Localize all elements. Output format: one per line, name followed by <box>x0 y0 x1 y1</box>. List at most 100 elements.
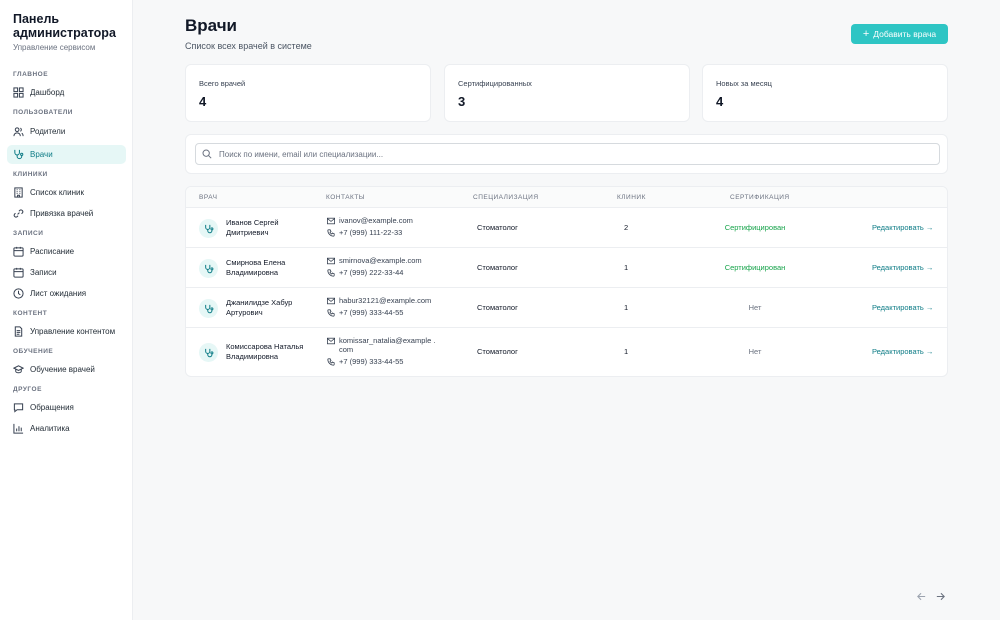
main-content: Врачи Список всех врачей в системе + Доб… <box>133 0 1000 620</box>
doctor-specialization: Стоматолог <box>477 303 518 312</box>
stat-card-total: Всего врачей 4 <box>185 64 431 122</box>
stat-value: 4 <box>199 94 207 109</box>
contact-cell: habur32121@example.com +7 (999) 333-44-5… <box>327 296 439 320</box>
edit-link[interactable]: Редактировать → <box>872 303 933 312</box>
avatar <box>199 299 218 318</box>
edit-link[interactable]: Редактировать → <box>872 263 933 272</box>
sidebar-item-dashboard[interactable]: Дашборд <box>7 83 126 102</box>
clock-icon <box>13 288 24 299</box>
column-header-certification: СЕРТИФИКАЦИЯ <box>730 194 790 201</box>
certification-status: Нет <box>748 347 762 356</box>
mail-icon <box>327 297 335 305</box>
nav-section-content: КОНТЕНТ <box>13 310 48 317</box>
table-row: Смирнова Елена Владимировна smirnova@exa… <box>186 248 947 288</box>
edit-link[interactable]: Редактировать → <box>872 223 933 232</box>
search-icon <box>202 149 212 159</box>
avatar <box>199 259 218 278</box>
contact-cell: smirnova@example.com +7 (999) 222-33-44 <box>327 256 439 280</box>
users-icon <box>13 126 24 137</box>
stethoscope-icon <box>204 304 213 313</box>
arrow-left-icon <box>916 592 925 600</box>
sidebar-item-waitlist[interactable]: Лист ожидания <box>7 284 126 303</box>
edit-link[interactable]: Редактировать → <box>872 347 933 356</box>
sidebar-item-clinic-list[interactable]: Список клиник <box>7 183 126 202</box>
mail-icon <box>327 257 335 265</box>
stat-value: 3 <box>458 94 466 109</box>
pagination-prev-button[interactable] <box>915 590 927 602</box>
sidebar-item-label: Управление контентом <box>30 327 116 336</box>
sidebar-item-analytics[interactable]: Аналитика <box>7 419 126 438</box>
sidebar-item-label: Список клиник <box>30 188 84 197</box>
bar-chart-icon <box>13 423 24 434</box>
sidebar-item-doctors[interactable]: Врачи <box>7 145 126 164</box>
table-row: Иванов Сергей Дмитриевич ivanov@example.… <box>186 208 947 248</box>
sidebar-item-doctor-training[interactable]: Обучение врачей <box>7 360 126 379</box>
table-header: ВРАЧ КОНТАКТЫ СПЕЦИАЛИЗАЦИЯ КЛИНИК СЕРТИ… <box>186 187 947 208</box>
mail-icon <box>327 337 335 345</box>
building-icon <box>13 187 24 198</box>
sidebar-item-parents[interactable]: Родители <box>7 122 126 141</box>
certification-status: Нет <box>748 303 762 312</box>
column-header-specialization: СПЕЦИАЛИЗАЦИЯ <box>473 194 539 201</box>
doctor-name: Смирнова Елена Владимировна <box>226 258 286 277</box>
phone-icon <box>327 309 335 317</box>
nav-section-records: ЗАПИСИ <box>13 230 44 237</box>
doctor-email: komissar_natalia@example .com <box>339 336 436 354</box>
stethoscope-icon <box>204 348 213 357</box>
plus-icon: + <box>862 28 870 40</box>
calendar-icon <box>13 267 24 278</box>
sidebar-item-doctor-binding[interactable]: Привязка врачей <box>7 204 126 223</box>
sidebar-item-label: Родители <box>30 127 66 136</box>
doctor-phone: +7 (999) 222-33-44 <box>339 268 404 277</box>
table-row: Комиссарова Наталья Владимировна komissa… <box>186 328 947 376</box>
sidebar-item-label: Расписание <box>30 247 75 256</box>
avatar <box>199 219 218 238</box>
column-header-contacts: КОНТАКТЫ <box>326 194 366 201</box>
doctor-clinics-count: 1 <box>624 347 629 356</box>
sidebar-item-label: Обучение врачей <box>30 365 95 374</box>
stat-label: Новых за месяц <box>716 79 772 88</box>
add-doctor-button[interactable]: + Добавить врача <box>851 24 948 44</box>
phone-icon <box>327 229 335 237</box>
sidebar: Панель администратора Управление сервисо… <box>0 0 133 620</box>
chat-bubble-icon <box>13 402 24 413</box>
doctor-email: smirnova@example.com <box>339 256 422 265</box>
stat-card-new-month: Новых за месяц 4 <box>702 64 948 122</box>
doctor-phone: +7 (999) 111-22-33 <box>339 228 403 237</box>
contact-cell: komissar_natalia@example .com +7 (999) 3… <box>327 336 439 369</box>
doctor-email: ivanov@example.com <box>339 216 413 225</box>
sidebar-item-label: Привязка врачей <box>30 209 94 218</box>
doctor-clinics-count: 1 <box>624 263 629 272</box>
doctors-table: ВРАЧ КОНТАКТЫ СПЕЦИАЛИЗАЦИЯ КЛИНИК СЕРТИ… <box>185 186 948 377</box>
document-icon <box>13 326 24 337</box>
phone-icon <box>327 269 335 277</box>
search-input[interactable]: Поиск по имени, email или специализации.… <box>195 143 940 165</box>
graduation-cap-icon <box>13 364 24 375</box>
stat-label: Всего врачей <box>199 79 246 88</box>
doctor-phone: +7 (999) 333-44-55 <box>339 357 404 366</box>
phone-icon <box>327 358 335 366</box>
calendar-icon <box>13 246 24 257</box>
search-placeholder: Поиск по имени, email или специализации.… <box>219 149 384 159</box>
avatar <box>199 343 218 362</box>
doctor-name: Комиссарова Наталья Владимировна <box>226 342 304 361</box>
dashboard-icon <box>13 87 24 98</box>
stat-card-certified: Сертифицированных 3 <box>444 64 690 122</box>
doctor-clinics-count: 2 <box>624 223 629 232</box>
stat-label: Сертифицированных <box>458 79 532 88</box>
contact-cell: ivanov@example.com +7 (999) 111-22-33 <box>327 216 439 240</box>
sidebar-item-label: Врачи <box>30 150 53 159</box>
search-card: Поиск по имени, email или специализации.… <box>185 134 948 174</box>
sidebar-item-content-management[interactable]: Управление контентом <box>7 322 126 341</box>
doctor-clinics-count: 1 <box>624 303 629 312</box>
sidebar-subtitle: Управление сервисом <box>13 43 96 52</box>
sidebar-item-label: Аналитика <box>30 424 70 433</box>
page-title: Врачи <box>185 16 238 35</box>
sidebar-item-appointments[interactable]: Записи <box>7 263 126 282</box>
doctor-specialization: Стоматолог <box>477 223 518 232</box>
doctor-specialization: Стоматолог <box>477 263 518 272</box>
sidebar-item-label: Лист ожидания <box>30 289 87 298</box>
pagination-next-button[interactable] <box>934 590 946 602</box>
sidebar-item-requests[interactable]: Обращения <box>7 398 126 417</box>
sidebar-item-schedule[interactable]: Расписание <box>7 242 126 261</box>
